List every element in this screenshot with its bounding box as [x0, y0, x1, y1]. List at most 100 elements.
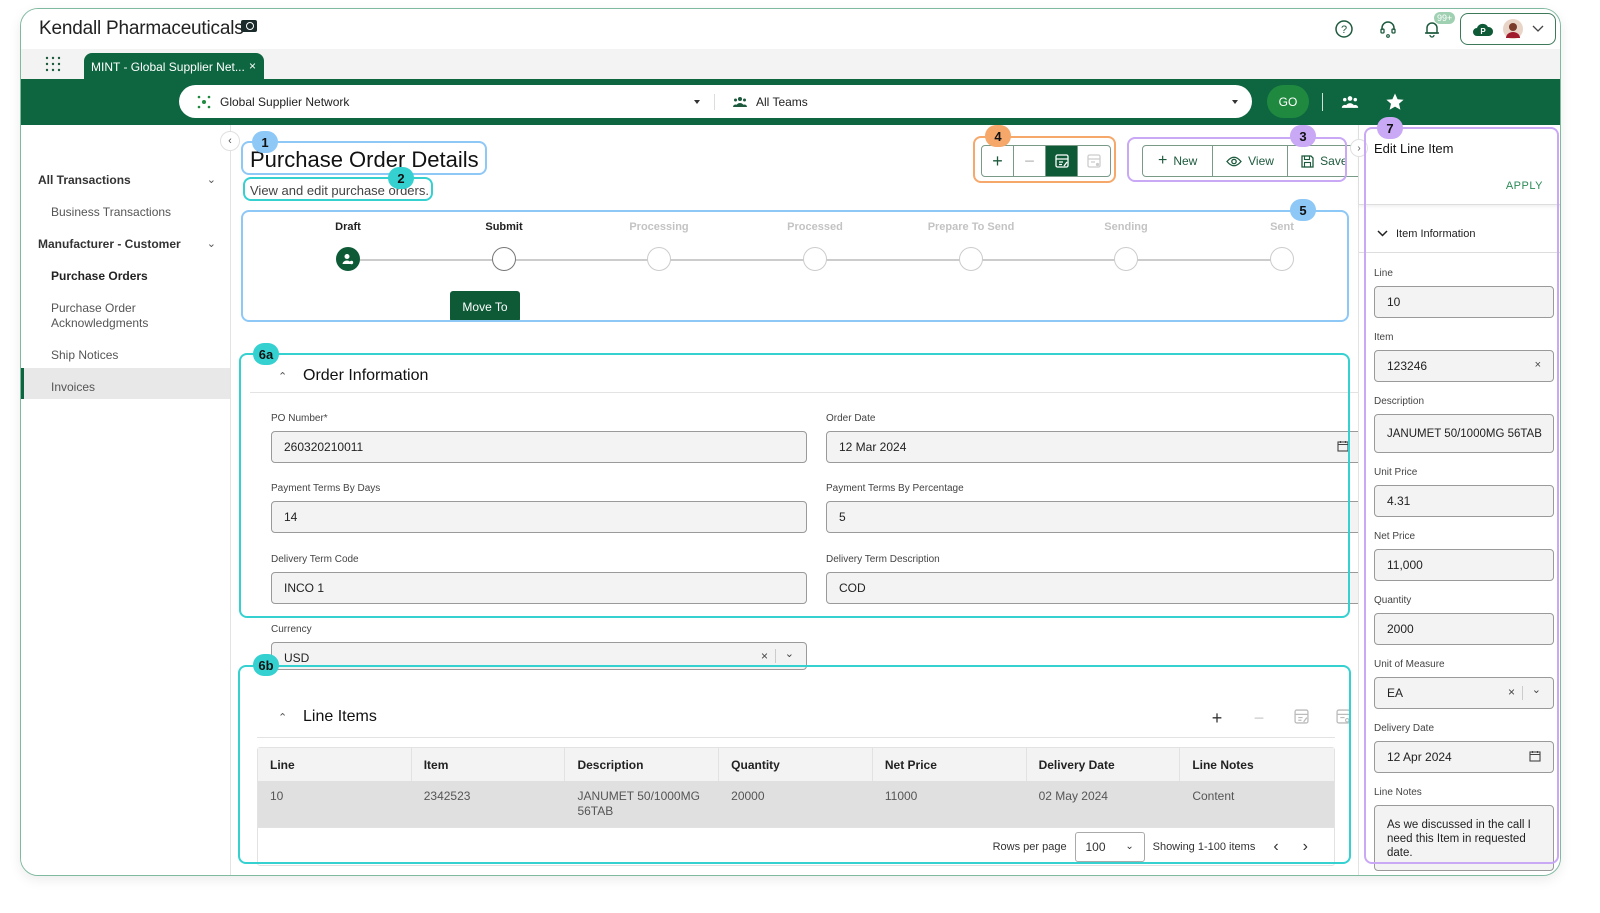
- move-to-button[interactable]: Move To: [450, 291, 520, 322]
- column-header[interactable]: Quantity: [719, 748, 873, 781]
- column-header[interactable]: Delivery Date: [1027, 748, 1181, 781]
- network-icon: [197, 95, 211, 108]
- network-select[interactable]: Global Supplier Network: [179, 85, 714, 118]
- help-icon: ?: [1335, 20, 1353, 38]
- cell-description: JANUMET 50/1000MG 56TAB: [577, 789, 700, 818]
- sidebar-item-ship-notices[interactable]: Ship Notices: [51, 348, 221, 363]
- po-number-field[interactable]: 260320210011: [271, 431, 807, 463]
- rows-per-page-value: 100: [1085, 839, 1106, 854]
- prev-page-button[interactable]: ‹: [1263, 838, 1288, 856]
- view-row-button[interactable]: [1078, 146, 1110, 176]
- teams-button[interactable]: [1337, 89, 1363, 115]
- help-button[interactable]: ?: [1322, 13, 1366, 45]
- column-header[interactable]: Net Price: [873, 748, 1027, 781]
- sidebar-item-purchase-orders[interactable]: Purchase Orders: [51, 269, 221, 284]
- close-tab-icon[interactable]: ×: [249, 59, 256, 73]
- unit-price-field[interactable]: 4.31: [1374, 485, 1554, 517]
- apply-button[interactable]: APPLY: [1506, 180, 1543, 192]
- edit-line-button[interactable]: [1280, 708, 1322, 729]
- brand-name: Kendall Pharmaceuticals: [39, 18, 244, 39]
- sidebar-group-all-transactions[interactable]: All Transactions ⌄: [38, 173, 216, 187]
- step-sent[interactable]: Sent: [1207, 221, 1357, 271]
- chevron-up-icon[interactable]: ⌃: [278, 370, 287, 383]
- item-value: 123246: [1387, 359, 1428, 373]
- sidebar-item-invoices[interactable]: Invoices: [51, 380, 221, 395]
- column-header[interactable]: Item: [412, 748, 566, 781]
- new-button[interactable]: + New: [1143, 146, 1214, 176]
- app-launcher-icon[interactable]: [45, 56, 61, 72]
- annotation-badge-1: 1: [252, 131, 278, 153]
- description-field[interactable]: JANUMET 50/1000MG 56TAB: [1374, 414, 1554, 453]
- calendar-icon[interactable]: [1529, 750, 1541, 762]
- net-price-field[interactable]: 11,000: [1374, 549, 1554, 581]
- step-sending[interactable]: Sending: [1051, 221, 1201, 271]
- line-value: 10: [1387, 295, 1401, 309]
- filter-pill: Global Supplier Network All Teams: [179, 85, 1252, 118]
- chevron-down-icon[interactable]: ⌄: [785, 647, 794, 660]
- profile-menu[interactable]: P: [1460, 13, 1556, 45]
- clear-icon[interactable]: ×: [761, 649, 768, 663]
- sidebar-group-manufacturer-customer[interactable]: Manufacturer - Customer ⌄: [38, 237, 216, 251]
- line-field[interactable]: 10: [1374, 286, 1554, 318]
- delivery-date-field[interactable]: 12 Apr 2024: [1374, 741, 1554, 773]
- item-field[interactable]: 123246 ×: [1374, 350, 1554, 382]
- remove-row-button[interactable]: −: [1014, 146, 1046, 176]
- teams-select[interactable]: All Teams: [714, 93, 1252, 110]
- sidebar-item-po-acknowledgments[interactable]: Purchase Order Acknowledgments: [51, 301, 181, 331]
- network-value: Global Supplier Network: [220, 94, 350, 109]
- rows-per-page-select[interactable]: 100 ⌄: [1074, 831, 1145, 862]
- divider: [1322, 93, 1323, 111]
- calendar-icon[interactable]: [1337, 440, 1349, 452]
- view-form-icon: [1335, 709, 1351, 724]
- view-label: View: [1248, 154, 1274, 168]
- chevron-down-icon[interactable]: ⌄: [1532, 683, 1541, 696]
- step-draft[interactable]: Draft: [273, 221, 423, 271]
- column-header[interactable]: Line: [258, 748, 412, 781]
- payment-pct-field[interactable]: 5: [826, 501, 1362, 533]
- delivery-desc-value: COD: [839, 581, 866, 595]
- uom-select[interactable]: EA × ⌄: [1374, 677, 1554, 709]
- step-processing[interactable]: Processing: [584, 221, 734, 271]
- edit-line-item-panel: Edit Line Item APPLY Item Information Li…: [1358, 125, 1560, 875]
- cell-quantity: 20000: [731, 789, 765, 803]
- step-prepare-to-send[interactable]: Prepare To Send: [896, 221, 1046, 271]
- favorite-button[interactable]: [1382, 89, 1408, 115]
- clear-icon[interactable]: ×: [1508, 685, 1515, 699]
- view-button[interactable]: View: [1213, 146, 1288, 176]
- remove-line-button[interactable]: −: [1238, 708, 1280, 729]
- column-header[interactable]: Line Notes: [1180, 748, 1334, 781]
- unit-price-label: Unit Price: [1374, 467, 1418, 478]
- step-processed[interactable]: Processed: [740, 221, 890, 271]
- quantity-field[interactable]: 2000: [1374, 613, 1554, 645]
- collapse-sidebar-button[interactable]: ‹: [220, 131, 240, 151]
- order-date-field[interactable]: 12 Mar 2024: [826, 431, 1362, 463]
- column-header[interactable]: Description: [565, 748, 720, 781]
- go-button[interactable]: GO: [1267, 85, 1309, 118]
- app-bar: Kendall Pharmaceuticals ? 99+ P: [21, 9, 1560, 49]
- item-information-section[interactable]: Item Information: [1359, 215, 1560, 253]
- payment-days-field[interactable]: 14: [271, 501, 807, 533]
- edit-row-button[interactable]: [1046, 146, 1078, 176]
- line-notes-textarea[interactable]: As we discussed in the call I need this …: [1374, 805, 1554, 871]
- chevron-up-icon[interactable]: ⌃: [278, 711, 287, 724]
- notifications-button[interactable]: 99+: [1410, 12, 1456, 45]
- next-page-button[interactable]: ›: [1297, 838, 1314, 856]
- currency-select[interactable]: USD × ⌄: [271, 642, 807, 670]
- step-submit[interactable]: Submit: [429, 221, 579, 271]
- table-row[interactable]: 10 2342523 JANUMET 50/1000MG 56TAB 20000…: [258, 781, 1334, 827]
- support-button[interactable]: [1366, 13, 1410, 45]
- clear-icon[interactable]: ×: [1535, 359, 1541, 371]
- collapse-panel-button[interactable]: ›: [1350, 139, 1368, 157]
- delivery-desc-field[interactable]: COD: [826, 572, 1362, 604]
- annotation-badge-4: 4: [985, 125, 1011, 147]
- delivery-code-field[interactable]: INCO 1: [271, 572, 807, 604]
- notification-badge: 99+: [1434, 12, 1456, 24]
- item-label: Item: [1374, 332, 1394, 343]
- add-row-button[interactable]: +: [982, 146, 1014, 176]
- tab-global-supplier-network[interactable]: MINT - Global Supplier Net... ×: [84, 53, 264, 80]
- currency-label: Currency: [271, 624, 312, 635]
- sidebar-item-business-transactions[interactable]: Business Transactions: [51, 205, 221, 220]
- description-value: JANUMET 50/1000MG 56TAB: [1387, 427, 1542, 440]
- edit-form-icon: [1293, 709, 1309, 724]
- add-line-button[interactable]: +: [1196, 708, 1238, 729]
